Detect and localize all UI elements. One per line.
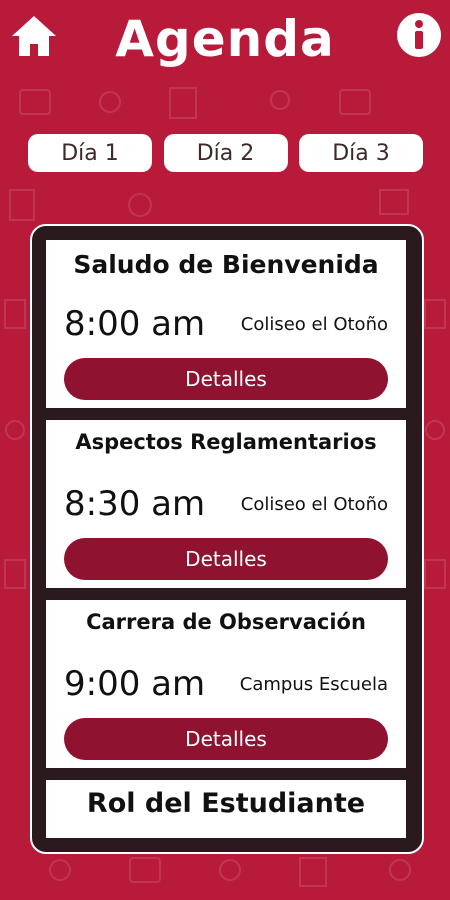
agenda-item-place: Coliseo el Otoño <box>240 494 388 515</box>
agenda-item: Aspectos Reglamentarios 8:30 am Coliseo … <box>46 420 406 588</box>
agenda-item-time: 8:30 am <box>64 484 206 524</box>
info-button[interactable] <box>396 12 442 58</box>
tab-dia-1[interactable]: Día 1 <box>28 134 152 172</box>
agenda-item-time: 9:00 am <box>64 664 206 704</box>
details-button[interactable]: Detalles <box>64 538 388 580</box>
agenda-item: Carrera de Observación 9:00 am Campus Es… <box>46 600 406 768</box>
details-button[interactable]: Detalles <box>64 718 388 760</box>
tab-dia-2[interactable]: Día 2 <box>163 134 288 172</box>
tab-dia-3[interactable]: Día 3 <box>299 134 423 172</box>
agenda-list[interactable]: Saludo de Bienvenida 8:00 am Coliseo el … <box>30 224 424 854</box>
page-title: Agenda <box>115 10 335 68</box>
app-header: Agenda <box>0 0 450 80</box>
agenda-item-time: 8:00 am <box>64 304 206 344</box>
agenda-item-title: Saludo de Bienvenida <box>73 250 379 279</box>
agenda-item-title: Rol del Estudiante <box>86 788 366 819</box>
agenda-item-place: Campus Escuela <box>239 674 388 695</box>
day-tabs: Día 1 Día 2 Día 3 <box>28 134 423 172</box>
agenda-item-place: Coliseo el Otoño <box>240 314 388 335</box>
details-button[interactable]: Detalles <box>64 358 388 400</box>
agenda-item: Rol del Estudiante <box>46 780 406 838</box>
agenda-item-title: Carrera de Observación <box>86 610 366 634</box>
agenda-item-title: Aspectos Reglamentarios <box>75 430 377 454</box>
agenda-item: Saludo de Bienvenida 8:00 am Coliseo el … <box>46 240 406 408</box>
info-icon <box>397 13 441 57</box>
